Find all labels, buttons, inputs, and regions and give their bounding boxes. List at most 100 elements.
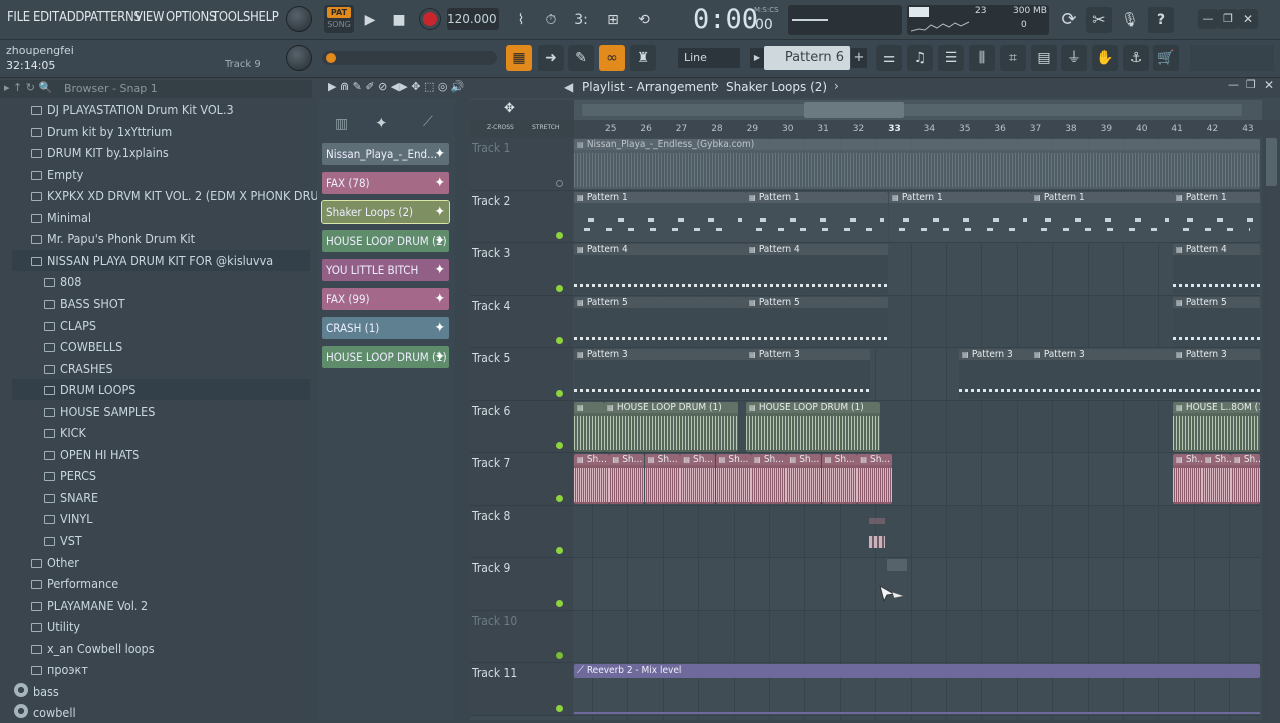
clip-menu-icon[interactable]: ▤ bbox=[577, 455, 584, 464]
undo-history-icon[interactable]: ⟳ bbox=[1056, 7, 1082, 33]
clip-menu-icon[interactable]: ▤ bbox=[1234, 455, 1241, 464]
track-enable-led[interactable] bbox=[556, 337, 563, 344]
browser-nav-icons[interactable]: ▸ ↑ ↻ 🔍 bbox=[4, 81, 52, 94]
browser-item[interactable]: CRASHES bbox=[0, 358, 310, 379]
draw-icon[interactable]: ✎ bbox=[568, 45, 594, 71]
playlist-minimize-icon[interactable]: — bbox=[1228, 78, 1239, 91]
browser-item[interactable]: x_an Cowbell loops bbox=[0, 638, 310, 659]
audio-clip[interactable]: ▤Sh... bbox=[609, 454, 645, 504]
metronome-icon[interactable]: ⌇ bbox=[508, 7, 534, 33]
picker-item[interactable]: HOUSE LOOP DRUM (1) ✦ bbox=[322, 346, 449, 368]
pattern-clip[interactable]: ▤ Pattern 5 bbox=[1173, 296, 1260, 347]
audio-clip[interactable]: ▤Sh... bbox=[857, 454, 893, 504]
browser-item[interactable]: PLAYAMANE Vol. 2 bbox=[0, 595, 310, 616]
browser-item[interactable]: DRUM KIT by.1xplains bbox=[0, 142, 310, 163]
audio-clip[interactable]: ▤ HOUSE L..8OM (1) bbox=[1173, 401, 1260, 452]
track-enable-led[interactable] bbox=[556, 599, 563, 607]
add-clip-icon[interactable]: ✦ bbox=[434, 317, 445, 339]
menu-view[interactable]: VIEW bbox=[135, 10, 165, 25]
menu-options[interactable]: OPTIONS bbox=[166, 10, 216, 25]
browser-item[interactable]: Mr. Papu's Phonk Drum Kit bbox=[0, 228, 310, 249]
browser-item[interactable]: Empty bbox=[0, 164, 310, 185]
add-pattern-icon[interactable]: + bbox=[851, 48, 867, 68]
clip-menu-icon[interactable]: ▤ bbox=[577, 140, 584, 149]
menu-help[interactable]: HELP bbox=[250, 10, 279, 25]
clip-menu-icon[interactable]: ▤ bbox=[749, 298, 756, 307]
browser-item[interactable]: DJ PLAYASTATION Drum Kit VOL.3 bbox=[0, 99, 310, 120]
clip-menu-icon[interactable]: ▤ bbox=[789, 455, 796, 464]
browser-item[interactable]: Drum kit by 1xYttrium bbox=[0, 121, 310, 142]
track-lane[interactable] bbox=[573, 505, 1260, 558]
add-clip-icon[interactable]: ✦ bbox=[434, 201, 445, 223]
picker-item[interactable]: YOU LITTLE BITCH ✦ bbox=[322, 259, 449, 281]
time-display[interactable]: 0:00 M:S:CS 00 bbox=[663, 2, 781, 38]
snap-slider[interactable] bbox=[322, 51, 497, 65]
browser-item[interactable]: OPEN HI HATS bbox=[0, 444, 310, 465]
browser-item[interactable]: bass bbox=[0, 681, 310, 702]
clip-menu-icon[interactable]: ▤ bbox=[749, 245, 756, 254]
track-enable-led[interactable] bbox=[556, 232, 563, 239]
small-clip[interactable] bbox=[869, 535, 885, 548]
clip-menu-icon[interactable]: ▤ bbox=[860, 455, 867, 464]
clip-menu-icon[interactable]: ▤ bbox=[1176, 403, 1183, 412]
play-button[interactable]: ▶ bbox=[357, 7, 383, 33]
browser-item[interactable]: Utility bbox=[0, 616, 310, 637]
picker-item[interactable]: Shaker Loops (2) ✦ bbox=[321, 200, 450, 224]
clip-menu-icon[interactable]: ▤ bbox=[1176, 350, 1183, 359]
picker-item[interactable]: FAX (78) ✦ bbox=[322, 172, 449, 194]
channel-rack-icon[interactable]: ☰ bbox=[938, 45, 964, 71]
clip-menu-icon[interactable]: ▤ bbox=[648, 455, 655, 464]
clip-menu-icon[interactable]: ▤ bbox=[825, 455, 832, 464]
hand-icon[interactable]: ✋ bbox=[1092, 45, 1118, 71]
audio-clip[interactable]: ▤Sh... bbox=[1173, 454, 1202, 504]
stamp-icon[interactable]: ♜ bbox=[630, 45, 656, 71]
maximize-icon[interactable]: ❐ bbox=[1218, 9, 1238, 29]
clip-menu-icon[interactable]: ▤ bbox=[754, 455, 761, 464]
audio-clip[interactable]: ▤Sh... bbox=[821, 454, 857, 504]
faint-clip[interactable] bbox=[869, 517, 885, 524]
audio-clip[interactable]: ▤Sh... bbox=[644, 454, 680, 504]
browser-item[interactable]: проэкт bbox=[0, 659, 310, 680]
audio-icon[interactable]: ✦ bbox=[375, 114, 388, 132]
add-clip-icon[interactable]: ✦ bbox=[434, 288, 445, 310]
browser-item[interactable]: COWBELLS bbox=[0, 336, 310, 357]
clip-menu-icon[interactable]: ▤ bbox=[577, 403, 584, 412]
pattern-clip[interactable]: ▤ Pattern 3 bbox=[1173, 349, 1260, 399]
clip-menu-icon[interactable]: ▤ bbox=[892, 193, 899, 202]
automation-icon[interactable]: ⟋ bbox=[423, 114, 433, 130]
record-button[interactable] bbox=[420, 9, 440, 29]
clip-menu-icon[interactable]: ▤ bbox=[1034, 350, 1041, 359]
stop-button[interactable]: ■ bbox=[386, 7, 412, 33]
browser-item[interactable]: KXPKX XD DRVM KIT VOL. 2 (EDM X PHONK DR… bbox=[0, 185, 340, 206]
browser-item[interactable]: SNARE bbox=[0, 487, 310, 508]
menu-patterns[interactable]: PATTERNS bbox=[84, 10, 141, 25]
picker-item[interactable]: HOUSE LOOP DRUM (2) ✦ bbox=[322, 230, 449, 252]
cut-icon[interactable]: ✂ bbox=[1086, 7, 1112, 33]
pattern-clip[interactable]: ▤ Pattern 3 bbox=[746, 349, 870, 399]
clip-menu-icon[interactable]: ▤ bbox=[719, 455, 726, 464]
minimize-icon[interactable]: — bbox=[1198, 9, 1218, 29]
track-enable-led[interactable] bbox=[556, 389, 563, 397]
pattern-clip[interactable]: ▤ Pattern 1 bbox=[574, 191, 746, 242]
clip-menu-icon[interactable]: ▤ bbox=[962, 350, 969, 359]
browser-item[interactable]: 808 bbox=[0, 271, 310, 292]
pattern-clip[interactable]: ▤ Pattern 3 bbox=[1031, 349, 1173, 399]
pattern-clip[interactable]: ▤ Pattern 5 bbox=[574, 296, 746, 347]
menu-add[interactable]: ADD bbox=[59, 10, 84, 25]
playlist-maximize-icon[interactable]: ❐ bbox=[1246, 78, 1256, 91]
audio-clip[interactable]: ▤Sh... bbox=[715, 454, 751, 504]
audio-clip[interactable]: ▤Sh... bbox=[1202, 454, 1231, 504]
pattern-selector[interactable]: Pattern 6 bbox=[764, 46, 850, 70]
browser-item[interactable]: Other bbox=[0, 552, 310, 573]
pattern-clip[interactable]: ▤ Pattern 3 bbox=[959, 349, 1031, 399]
pattern-clip[interactable]: ▤ Pattern 1 bbox=[746, 191, 888, 242]
browser-item[interactable]: HOUSE SAMPLES bbox=[0, 401, 310, 422]
menu-arrow-icon[interactable]: ◀ bbox=[564, 80, 573, 94]
pattern-clip[interactable]: ▤ Pattern 4 bbox=[1173, 244, 1260, 294]
clip-menu-icon[interactable]: ▤ bbox=[612, 455, 619, 464]
overview-scrollbar[interactable] bbox=[574, 100, 1262, 120]
prev-pattern-icon[interactable]: ▶ bbox=[750, 48, 764, 68]
master-volume-knob[interactable] bbox=[286, 6, 312, 32]
track-enable-led[interactable] bbox=[556, 547, 563, 554]
track-enable-led[interactable] bbox=[556, 284, 563, 292]
